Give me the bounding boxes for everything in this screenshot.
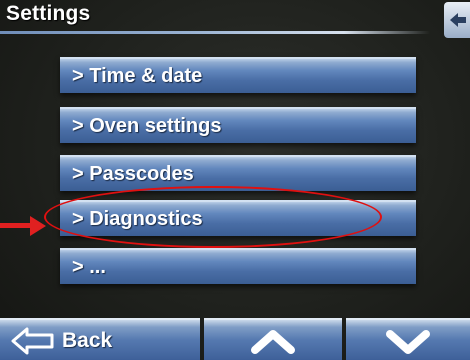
- oven-settings-screen: Settings > Time & date > Oven settings >…: [0, 0, 470, 360]
- menu-item-oven-settings[interactable]: > Oven settings: [60, 107, 416, 143]
- bottom-navigation-bar: Back: [0, 318, 470, 360]
- menu-item-passcodes[interactable]: > Passcodes: [60, 155, 416, 191]
- chevron-down-icon: [386, 330, 430, 354]
- back-arrow-icon: [11, 327, 54, 355]
- back-label: Back: [62, 329, 113, 352]
- menu-item-label: > Diagnostics: [72, 208, 203, 230]
- scroll-down-button[interactable]: [346, 318, 470, 360]
- menu-item-label: > Passcodes: [72, 163, 194, 185]
- chevron-up-icon: [251, 330, 295, 354]
- menu-item-time-date[interactable]: > Time & date: [60, 57, 416, 93]
- menu-item-more[interactable]: > ...: [60, 248, 416, 284]
- title-underline: [0, 31, 430, 34]
- exit-icon[interactable]: [444, 2, 470, 38]
- menu-item-label: > ...: [72, 256, 106, 278]
- menu-item-label: > Time & date: [72, 65, 203, 87]
- menu-item-label: > Oven settings: [72, 115, 222, 137]
- menu-item-diagnostics[interactable]: > Diagnostics: [60, 200, 416, 236]
- scroll-up-button[interactable]: [204, 318, 342, 360]
- page-title: Settings: [6, 2, 91, 25]
- back-button[interactable]: Back: [0, 318, 200, 360]
- pointer-arrow-shaft: [0, 223, 34, 228]
- exit-arrow-icon: [450, 13, 466, 27]
- pointer-arrow-icon: [30, 216, 46, 236]
